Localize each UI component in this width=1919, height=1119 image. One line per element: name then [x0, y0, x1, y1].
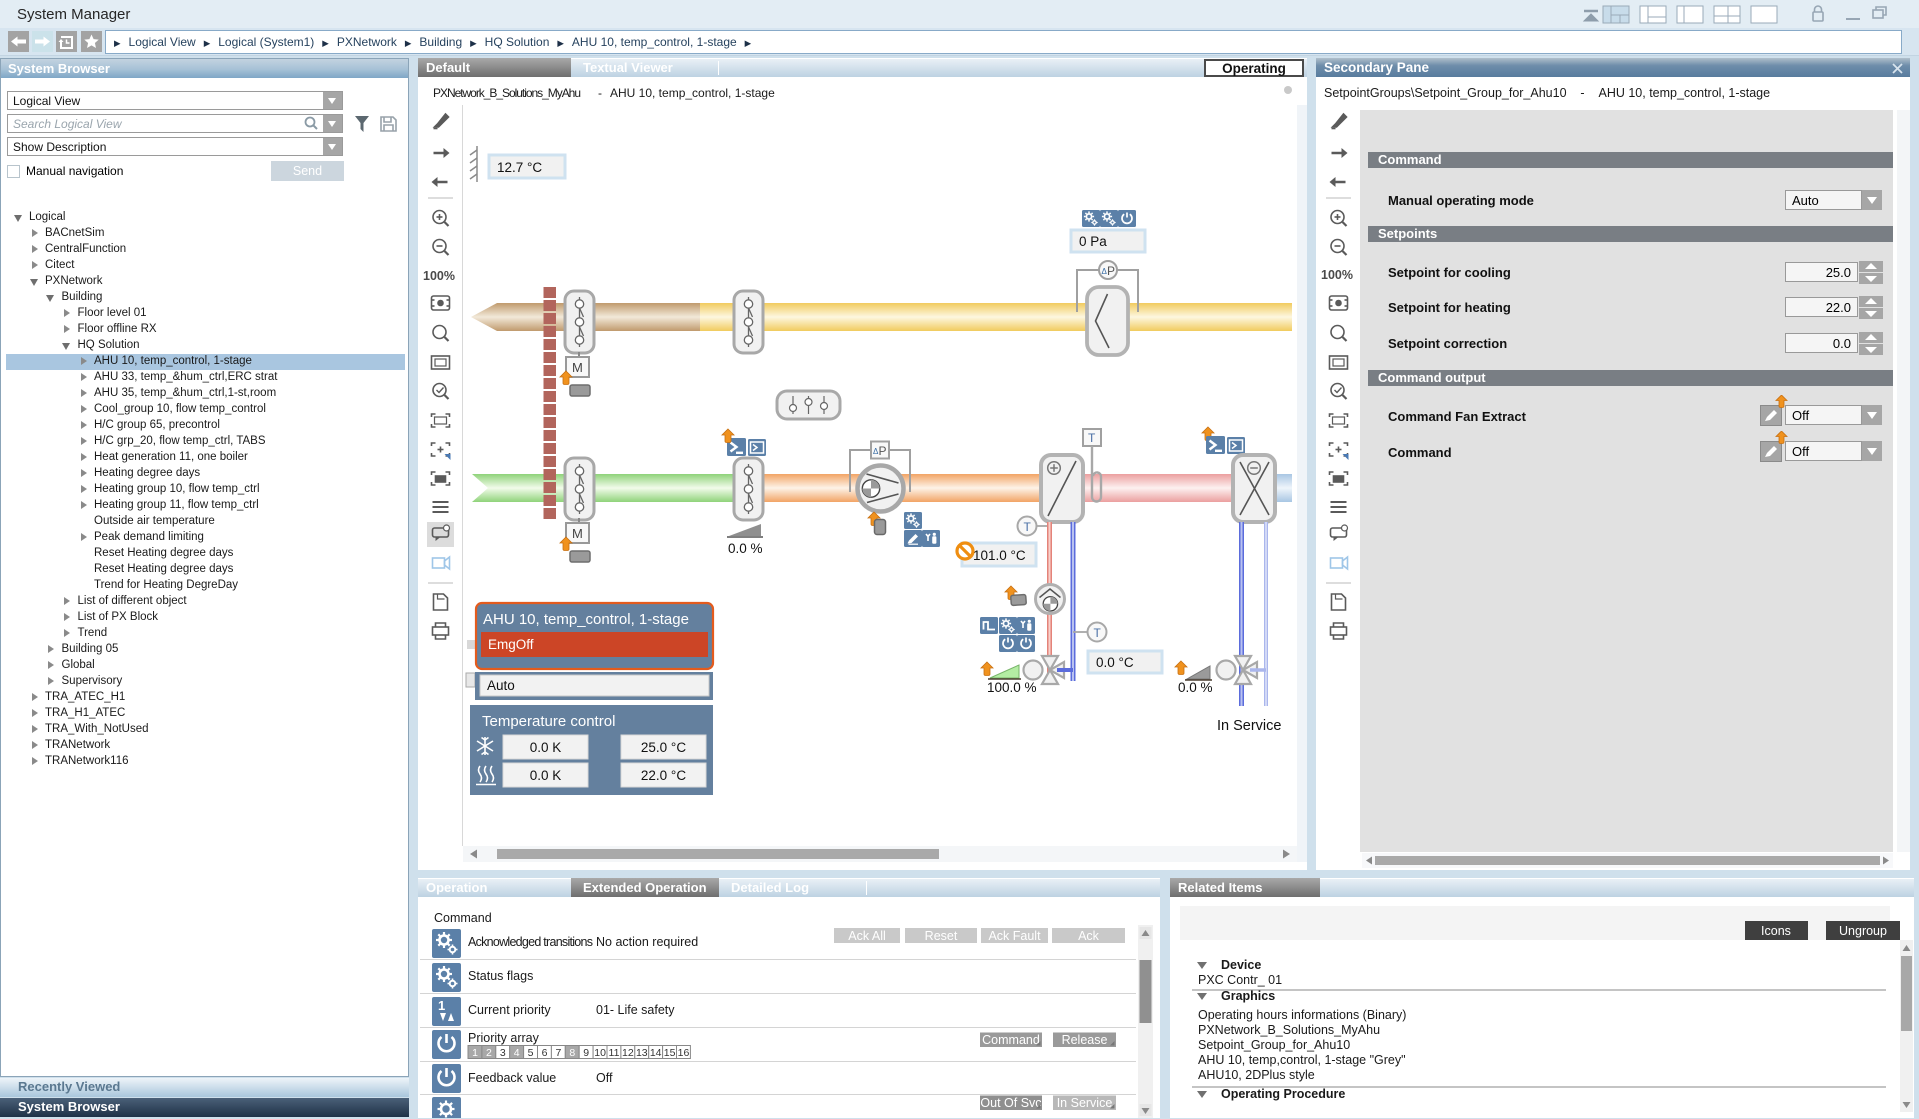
- svg-text:P: P: [879, 444, 887, 458]
- svg-text:AHU 10, temp,control, 1-stage: AHU 10, temp,control, 1-stage "Grey": [1198, 1053, 1406, 1067]
- svg-text:T: T: [1024, 520, 1032, 534]
- svg-text:Current priority: Current priority: [468, 1003, 551, 1017]
- svg-text:Temperature control: Temperature control: [482, 713, 615, 730]
- svg-text:15: 15: [664, 1047, 676, 1059]
- svg-text:AHU 10, temp_control, 1-stage: AHU 10, temp_control, 1-stage: [610, 86, 775, 100]
- svg-text:0.0 K: 0.0 K: [530, 768, 562, 783]
- svg-text:AHU 10, temp_control, 1-stage: AHU 10, temp_control, 1-stage: [483, 611, 689, 628]
- svg-text:Feedback value: Feedback value: [468, 1071, 556, 1085]
- svg-text:0.0 K: 0.0 K: [530, 740, 562, 755]
- svg-text:12: 12: [622, 1047, 634, 1059]
- svg-text:EmgOff: EmgOff: [488, 637, 534, 652]
- svg-text:Device: Device: [1221, 958, 1261, 972]
- svg-text:Command: Command: [434, 911, 492, 925]
- svg-text:Setpoint_Group_for_Ahu10: Setpoint_Group_for_Ahu10: [1198, 1038, 1350, 1052]
- svg-text:10: 10: [594, 1047, 606, 1059]
- svg-text:3: 3: [500, 1047, 506, 1059]
- svg-text:Operating hours informations (: Operating hours informations (Binary): [1198, 1008, 1406, 1022]
- svg-text:8: 8: [569, 1047, 575, 1059]
- svg-text:Reset: Reset: [925, 929, 958, 943]
- svg-text:Ack: Ack: [1078, 929, 1100, 943]
- svg-text:P: P: [1107, 264, 1115, 278]
- svg-text:101.0 °C: 101.0 °C: [973, 548, 1026, 563]
- svg-text:100%: 100%: [423, 269, 455, 283]
- svg-text:Release: Release: [1062, 1033, 1108, 1047]
- svg-text:16: 16: [678, 1047, 690, 1059]
- svg-text:In Service: In Service: [1217, 718, 1281, 734]
- svg-text:14: 14: [650, 1047, 662, 1059]
- svg-text:4: 4: [514, 1047, 520, 1059]
- svg-text:PXNetwork_B_Solutions_MyAhu: PXNetwork_B_Solutions_MyAhu: [1198, 1023, 1380, 1037]
- svg-text:0.0 °C: 0.0 °C: [1096, 655, 1134, 670]
- svg-text:Auto: Auto: [487, 678, 515, 693]
- svg-text:22.0 °C: 22.0 °C: [641, 768, 686, 783]
- svg-text:01- Life safety: 01- Life safety: [596, 1003, 675, 1017]
- svg-text:1: 1: [438, 998, 445, 1013]
- svg-text:7: 7: [555, 1047, 561, 1059]
- svg-text:Graphics: Graphics: [1221, 989, 1275, 1003]
- svg-text:T: T: [1088, 431, 1096, 445]
- svg-text:0 Pa: 0 Pa: [1079, 234, 1107, 249]
- svg-text:PXC Contr_ 01: PXC Contr_ 01: [1198, 973, 1282, 987]
- svg-text:0.0 %: 0.0 %: [728, 541, 763, 556]
- svg-text:100.0 %: 100.0 %: [987, 680, 1037, 695]
- svg-text:In Service: In Service: [1057, 1096, 1113, 1110]
- svg-text:Command: Command: [982, 1033, 1040, 1047]
- svg-text:No action required: No action required: [596, 935, 698, 949]
- svg-text:6: 6: [542, 1047, 548, 1059]
- svg-text:Ack All: Ack All: [848, 929, 886, 943]
- svg-text:Acknowledged transitions: Acknowledged transitions: [468, 935, 593, 949]
- svg-text:Status flags: Status flags: [468, 969, 533, 983]
- svg-text:5: 5: [528, 1047, 534, 1059]
- svg-text:1: 1: [472, 1047, 478, 1059]
- svg-text:Operating Procedure: Operating Procedure: [1221, 1087, 1345, 1101]
- svg-text:-: -: [598, 86, 602, 100]
- svg-text:PXNetwork_B_Solutions_MyAhu: PXNetwork_B_Solutions_MyAhu: [433, 86, 581, 100]
- svg-text:M: M: [572, 360, 583, 375]
- svg-text:Off: Off: [596, 1071, 613, 1085]
- svg-text:25.0 °C: 25.0 °C: [641, 740, 686, 755]
- svg-text:Icons: Icons: [1761, 924, 1791, 938]
- svg-text:12.7 °C: 12.7 °C: [497, 160, 542, 175]
- svg-text:100%: 100%: [1321, 268, 1353, 282]
- svg-text:Out Of Svc: Out Of Svc: [980, 1096, 1041, 1110]
- svg-text:Priority array: Priority array: [468, 1031, 540, 1045]
- svg-text:Ack Fault: Ack Fault: [988, 929, 1041, 943]
- svg-text:11: 11: [609, 1047, 620, 1059]
- svg-text:9: 9: [583, 1047, 589, 1059]
- svg-text:13: 13: [636, 1047, 648, 1059]
- svg-text:Ungroup: Ungroup: [1839, 924, 1887, 938]
- svg-text:2: 2: [486, 1047, 492, 1059]
- svg-text:M: M: [572, 526, 583, 541]
- svg-text:0.0 %: 0.0 %: [1178, 680, 1213, 695]
- svg-text:AHU10, 2DPlus style: AHU10, 2DPlus style: [1198, 1068, 1315, 1082]
- svg-text:T: T: [1094, 626, 1102, 640]
